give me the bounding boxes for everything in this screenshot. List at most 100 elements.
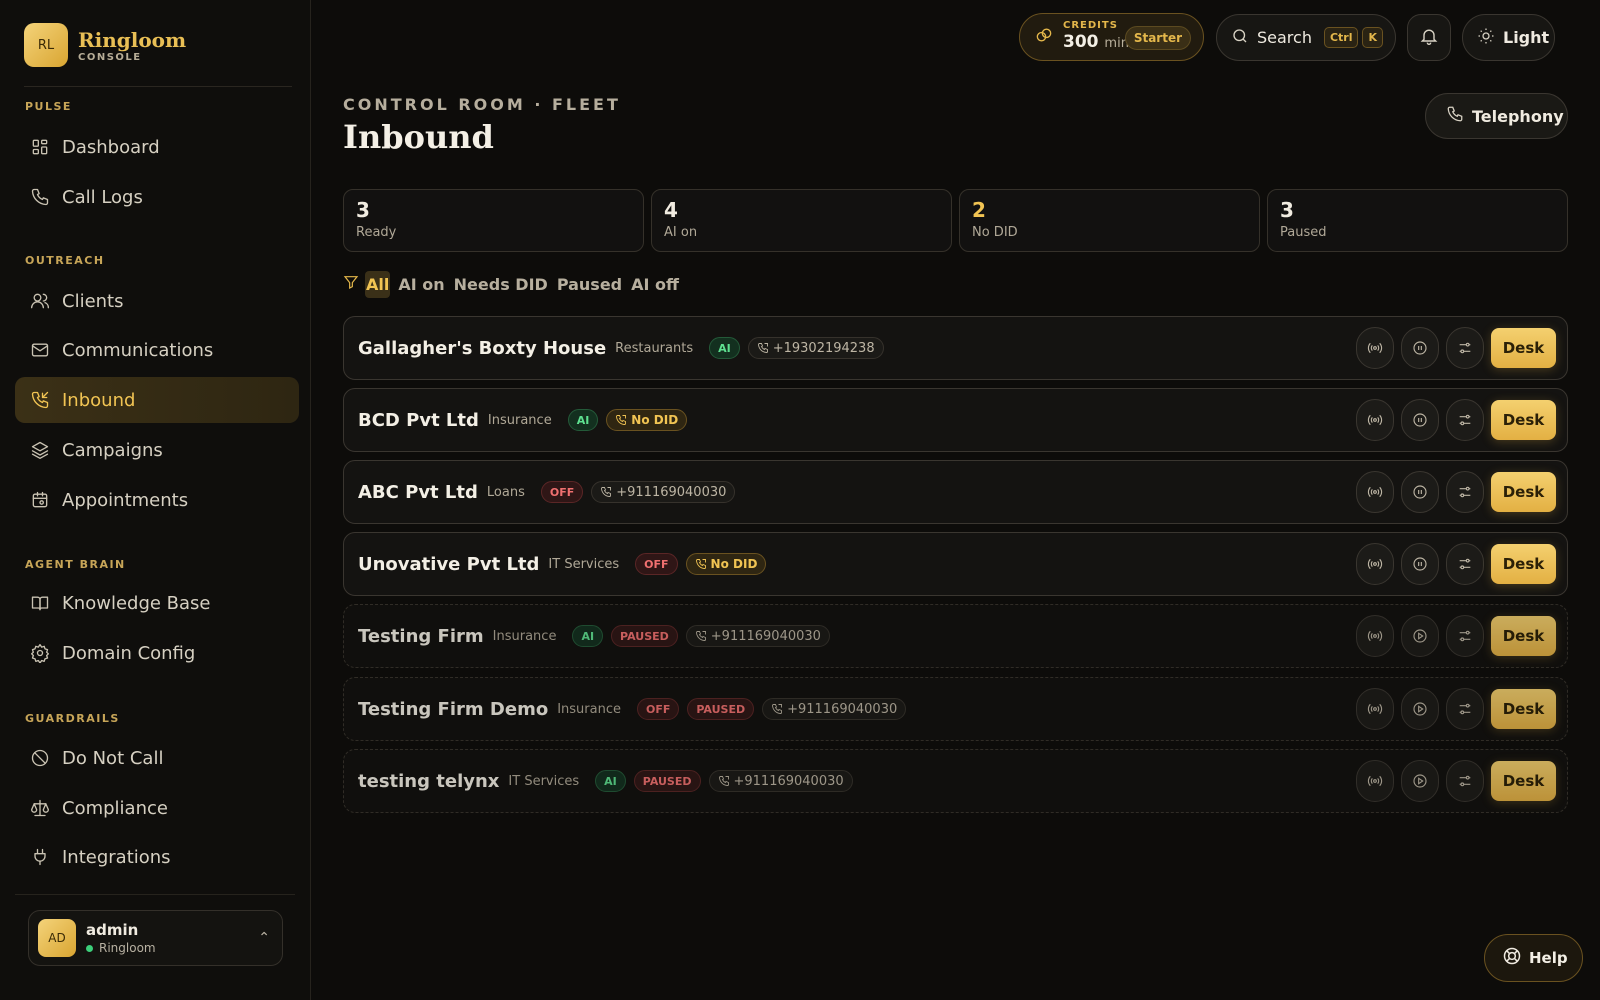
- inbound-row[interactable]: BCD Pvt Ltd Insurance AI No DID Desk: [343, 388, 1568, 452]
- user-name: admin: [86, 921, 139, 939]
- settings-button[interactable]: [1446, 399, 1484, 441]
- pause-button[interactable]: [1401, 399, 1439, 441]
- mail-icon: [30, 340, 50, 360]
- help-button[interactable]: Help: [1484, 934, 1583, 982]
- search-button[interactable]: Search Ctrl K: [1216, 14, 1396, 61]
- phone-number: +911169040030: [787, 701, 898, 717]
- filter-ai-on[interactable]: AI on: [397, 271, 445, 298]
- inbound-row[interactable]: Testing Firm Demo Insurance OFF PAUSED +9111…: [343, 677, 1568, 741]
- resume-button[interactable]: [1401, 760, 1439, 802]
- resume-button[interactable]: [1401, 615, 1439, 657]
- sliders-icon: [1457, 701, 1473, 717]
- brand[interactable]: RL Ringloom CONSOLE: [24, 23, 186, 67]
- search-icon: [1231, 27, 1249, 49]
- plan-badge: Starter: [1124, 26, 1191, 50]
- row-name: BCD Pvt Ltd: [358, 409, 479, 431]
- telephony-label: Telephony: [1472, 106, 1564, 126]
- phone-number-badge: +911169040030: [762, 698, 907, 720]
- resume-button[interactable]: [1401, 688, 1439, 730]
- sidebar-item-clients[interactable]: Clients: [15, 278, 299, 324]
- inbound-row[interactable]: ABC Pvt Ltd Loans OFF +911169040030 Desk: [343, 460, 1568, 524]
- filter-needs-did[interactable]: Needs DID: [453, 271, 549, 298]
- broadcast-button[interactable]: [1356, 471, 1394, 513]
- brand-subtitle: CONSOLE: [78, 51, 142, 63]
- desk-button[interactable]: Desk: [1491, 400, 1556, 440]
- pause-button[interactable]: [1401, 543, 1439, 585]
- settings-button[interactable]: [1446, 543, 1484, 585]
- broadcast-button[interactable]: [1356, 543, 1394, 585]
- stat-card-ready: 3 Ready: [343, 189, 644, 252]
- filter-ai-off[interactable]: AI off: [630, 271, 680, 298]
- coins-icon: [1034, 25, 1054, 49]
- phone-icon: [615, 414, 631, 426]
- broadcast-button[interactable]: [1356, 615, 1394, 657]
- phone-number-badge: +911169040030: [685, 625, 830, 647]
- section-title-outreach: OUTREACH: [25, 254, 105, 267]
- sidebar-item-call-logs[interactable]: Call Logs: [15, 174, 299, 220]
- phone-icon: [757, 342, 773, 354]
- phone-number: No DID: [631, 413, 679, 427]
- phone-number-badge: No DID: [606, 409, 688, 431]
- sidebar-item-inbound[interactable]: Inbound: [15, 377, 299, 423]
- desk-button[interactable]: Desk: [1491, 761, 1556, 801]
- settings-button[interactable]: [1446, 615, 1484, 657]
- desk-button[interactable]: Desk: [1491, 616, 1556, 656]
- desk-button[interactable]: Desk: [1491, 544, 1556, 584]
- sidebar-item-label: Compliance: [62, 797, 168, 819]
- inbound-row[interactable]: Unovative Pvt Ltd IT Services OFF No DID Des…: [343, 532, 1568, 596]
- settings-button[interactable]: [1446, 760, 1484, 802]
- broadcast-icon: [1367, 340, 1383, 356]
- phone-number: No DID: [710, 557, 758, 571]
- section-title-agent-brain: AGENT BRAIN: [25, 558, 126, 571]
- settings-button[interactable]: [1446, 471, 1484, 513]
- kbd-k: K: [1362, 27, 1383, 48]
- settings-button[interactable]: [1446, 327, 1484, 369]
- broadcast-icon: [1367, 628, 1383, 644]
- desk-button[interactable]: Desk: [1491, 689, 1556, 729]
- sidebar-item-label: Do Not Call: [62, 747, 164, 769]
- settings-button[interactable]: [1446, 688, 1484, 730]
- brand-name: Ringloom: [78, 27, 187, 52]
- sidebar-item-do-not-call[interactable]: Do Not Call: [15, 735, 299, 781]
- sidebar-item-compliance[interactable]: Compliance: [15, 785, 299, 831]
- filter-bar: All AI on Needs DID Paused AI off: [343, 268, 680, 300]
- pause-button[interactable]: [1401, 471, 1439, 513]
- pause-button[interactable]: [1401, 327, 1439, 369]
- paused-badge: PAUSED: [611, 625, 678, 647]
- user-org: Ringloom: [99, 941, 156, 955]
- desk-button[interactable]: Desk: [1491, 328, 1556, 368]
- scale-icon: [30, 798, 50, 818]
- bell-icon: [1419, 26, 1439, 50]
- sidebar-item-integrations[interactable]: Integrations: [15, 834, 299, 880]
- lifebuoy-icon: [1502, 946, 1522, 970]
- broadcast-icon: [1367, 556, 1383, 572]
- telephony-button[interactable]: Telephony: [1425, 93, 1568, 139]
- desk-button[interactable]: Desk: [1491, 472, 1556, 512]
- broadcast-button[interactable]: [1356, 399, 1394, 441]
- ai-status-badge: OFF: [636, 698, 680, 720]
- phone-number: +19302194238: [772, 340, 875, 356]
- sidebar-item-dashboard[interactable]: Dashboard: [15, 124, 299, 170]
- ban-icon: [30, 748, 50, 768]
- inbound-row[interactable]: testing telynx IT Services AI PAUSED +911169…: [343, 749, 1568, 813]
- sidebar-item-knowledge-base[interactable]: Knowledge Base: [15, 580, 299, 626]
- broadcast-button[interactable]: [1356, 760, 1394, 802]
- broadcast-button[interactable]: [1356, 688, 1394, 730]
- notifications-button[interactable]: [1407, 14, 1451, 61]
- sidebar-item-campaigns[interactable]: Campaigns: [15, 427, 299, 473]
- broadcast-button[interactable]: [1356, 327, 1394, 369]
- credits-widget[interactable]: CREDITS 300 min Starter: [1019, 13, 1204, 61]
- filter-all[interactable]: All: [365, 270, 391, 298]
- sidebar-item-appointments[interactable]: Appointments: [15, 477, 299, 523]
- sliders-icon: [1457, 484, 1473, 500]
- pause-icon: [1412, 484, 1428, 500]
- sidebar-item-communications[interactable]: Communications: [15, 327, 299, 373]
- user-menu[interactable]: AD admin Ringloom ⌃: [28, 910, 283, 966]
- filter-paused[interactable]: Paused: [556, 271, 623, 298]
- inbound-row[interactable]: Gallagher's Boxty House Restaurants AI +193…: [343, 316, 1568, 380]
- pause-icon: [1412, 340, 1428, 356]
- theme-toggle-button[interactable]: Light: [1462, 14, 1555, 61]
- sidebar-item-domain-config[interactable]: Domain Config: [15, 630, 299, 676]
- inbound-row[interactable]: Testing Firm Insurance AI PAUSED +9111690400…: [343, 604, 1568, 668]
- divider: [15, 894, 295, 895]
